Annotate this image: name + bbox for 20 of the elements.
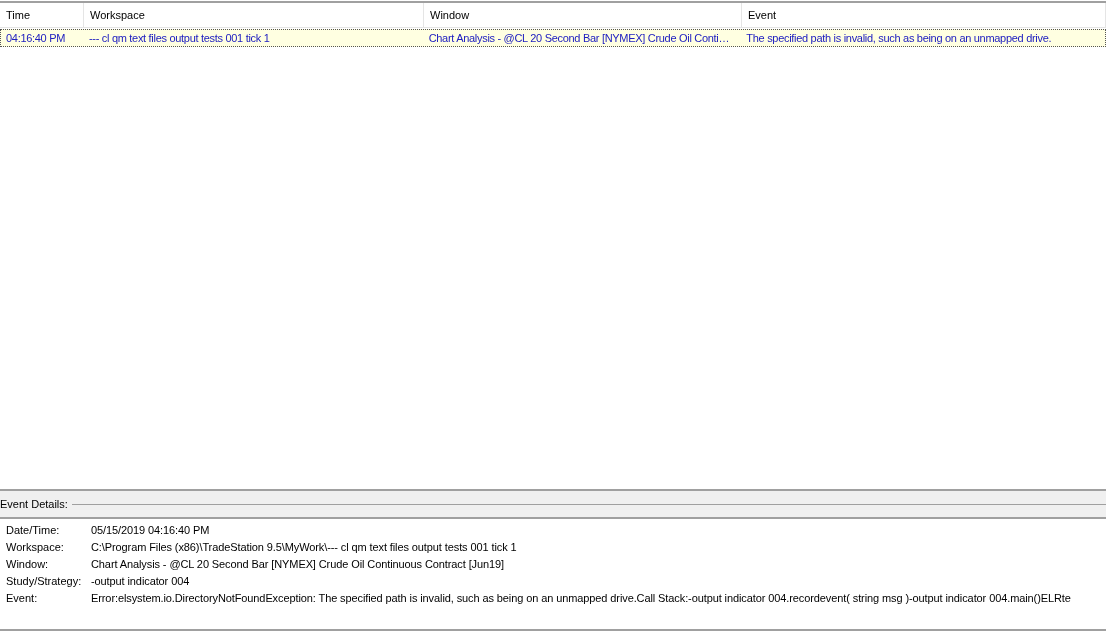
table-cell-text: Chart Analysis - @CL 20 Second Bar [NYMEX] Crude Oil Conti… <box>427 30 731 46</box>
column-header[interactable]: Time <box>0 3 84 27</box>
field-label: Workspace: <box>5 540 65 556</box>
column-header[interactable]: Window <box>424 3 742 27</box>
field-value: -output indicator 004 <box>91 574 190 590</box>
field-label: Event: <box>5 591 39 607</box>
field-value: 05/15/2019 04:16:40 PM <box>91 523 210 539</box>
field-label: Date/Time: <box>5 523 61 539</box>
table-cell-text: --- cl qm text files output tests 001 tick 1 <box>87 30 271 46</box>
field-label: Study/Strategy: <box>5 574 83 590</box>
field-value: Error:elsystem.io.DirectoryNotFoundException: The specified path is invalid, such as being on an unmapped drive.Call Stack:-output indicator 004.recordevent( string msg )-output indicator 004.main()ELRte <box>91 591 1071 607</box>
section-title: Event Details: <box>0 496 69 512</box>
table-cell-text: 04:16:40 PM <box>5 30 67 46</box>
column-header[interactable]: Workspace <box>84 3 424 27</box>
field-label: Window: <box>5 557 50 573</box>
table-cell-text: The specified path is invalid, such as being on an unmapped drive. <box>745 30 1053 46</box>
table-row[interactable]: 04:16:40 PM --- cl qm text files output tests 001 tick 1 Chart Analysis - @CL 20 Second Bar [NYMEX] Crude Oil Conti… The specified path is invalid, such as being on an unmapped drive. <box>0 29 1106 47</box>
field-value: C:\Program Files (x86)\TradeStation 9.5\MyWork\--- cl qm text files output tests 001 tick 1 <box>91 540 517 556</box>
column-header[interactable]: Event <box>742 3 1106 27</box>
field-value: Chart Analysis - @CL 20 Second Bar [NYMEX] Crude Oil Continuous Contract [Jun19] <box>91 557 504 573</box>
